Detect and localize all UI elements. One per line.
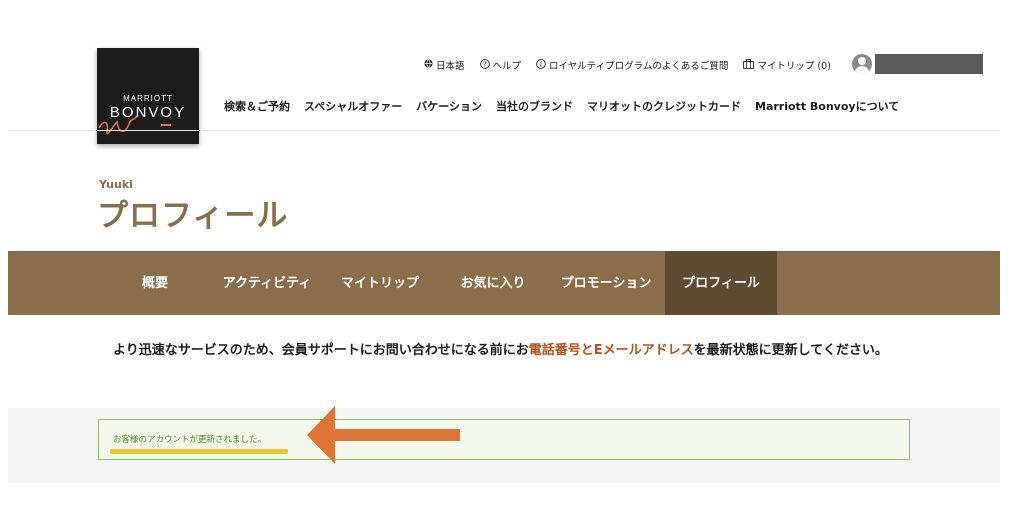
notice-text-after: を最新状態に更新してください。 [693,343,888,358]
tab-activity[interactable]: アクティビティ [220,251,314,315]
page-title: プロフィール [97,198,289,234]
globe-icon [424,59,433,71]
tab-activity-label: アクティビティ [222,275,312,291]
tab-favorites[interactable]: お気に入り [448,251,538,315]
svg-text:?: ? [483,60,487,68]
logo-marriott-text: MARRIOTT [123,94,173,103]
loyalty-faq-label: ロイヤルティプログラムのよくあるご質問 [549,61,729,72]
language-label: 日本語 [436,61,465,72]
tab-my-trips-label: マイトリップ [340,275,419,291]
logo-bonvoy-text: BONVOY [109,104,187,121]
tab-favorites-label: お気に入り [460,275,526,291]
success-message: お客様のアカウントが更新されました。 [113,435,267,445]
phone-email-link[interactable]: 電話番号とEメールアドレス [529,343,694,358]
main-nav: 検索＆ご予約 スペシャルオファー バケーション 当社のブランド マリオットのクレ… [224,98,913,114]
tab-profile[interactable]: プロフィール [665,251,777,315]
nav-search-book[interactable]: 検索＆ご予約 [224,98,290,114]
tab-profile-label: プロフィール [682,275,760,291]
tab-overview-label: 概要 [141,275,168,291]
nav-special-offers[interactable]: スペシャルオファー [304,98,402,114]
language-link[interactable]: 日本語 [424,58,465,72]
nav-vacations[interactable]: バケーション [416,98,482,114]
annotation-arrow-icon [307,406,460,464]
update-contact-notice: より迅速なサービスのため、会員サポートにお問い合わせになる前にお電話番号とEメー… [113,343,903,359]
tab-overview[interactable]: 概要 [118,251,192,315]
account-tab-bar: 概要 アクティビティ マイトリップ お気に入り プロモーション プロフィール [8,251,1000,315]
nav-about-bonvoy[interactable]: Marriott Bonvoyについて [755,98,899,114]
loyalty-faq-link[interactable]: i ロイヤルティプログラムのよくあるご質問 [536,58,728,72]
tab-promotions-label: プロモーション [560,275,652,291]
help-icon: ? [479,58,490,72]
help-link[interactable]: ? ヘルプ [479,58,522,72]
help-label: ヘルプ [492,61,522,72]
my-trips-label: マイトリップ (0) [757,61,831,72]
svg-text:i: i [540,60,542,68]
info-icon: i [536,58,546,72]
highlight-underline [110,449,288,454]
my-trips-link[interactable]: マイトリップ (0) [743,58,831,72]
notice-text-before: より迅速なサービスのため、会員サポートにお問い合わせになる前にお [113,343,529,358]
avatar-icon[interactable] [852,54,872,74]
briefcase-icon [743,58,755,72]
utility-nav: 日本語 ? ヘルプ i ロイヤルティプログラムのよくあるご質問 マイトリップ (… [424,58,846,72]
header-divider [8,130,1000,131]
redacted-account-name[interactable] [875,54,983,74]
nav-credit-cards[interactable]: マリオットのクレジットカード [587,98,741,114]
tab-my-trips[interactable]: マイトリップ [330,251,430,315]
tab-promotions[interactable]: プロモーション [556,251,656,315]
nav-our-brands[interactable]: 当社のブランド [496,98,573,114]
